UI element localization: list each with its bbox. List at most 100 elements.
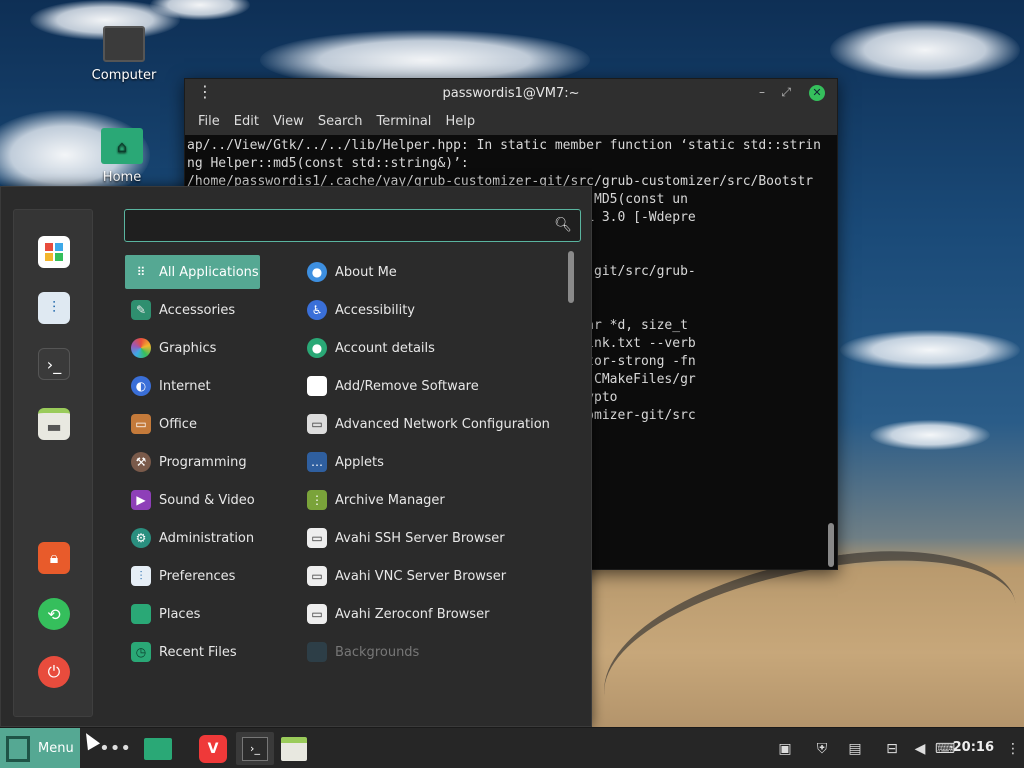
- file-manager-taskbar-icon[interactable]: [278, 732, 310, 765]
- clipboard-icon[interactable]: ▤: [842, 732, 868, 765]
- menu-edit[interactable]: Edit: [229, 114, 264, 129]
- search-icon[interactable]: 🔍︎: [554, 217, 572, 233]
- minimize-icon[interactable]: –: [759, 85, 765, 99]
- terminal-line: ap/../View/Gtk/../../lib/Helper.hpp: In …: [187, 138, 821, 153]
- menu-help[interactable]: Help: [440, 114, 480, 129]
- lock-icon[interactable]: 🔒︎: [38, 542, 70, 574]
- category-label: Sound & Video: [159, 492, 255, 508]
- category-label: Internet: [159, 378, 211, 394]
- category-graphics[interactable]: Graphics: [125, 331, 260, 365]
- app-label: Add/Remove Software: [335, 378, 479, 394]
- clock[interactable]: 20:16: [953, 740, 994, 755]
- terminal-titlebar[interactable]: ⋮ passwordis1@VM7:~ – ⤢ ✕: [185, 79, 837, 107]
- category-sound-video[interactable]: ▶ Sound & Video: [125, 483, 260, 517]
- file-manager-icon[interactable]: ▬: [38, 408, 70, 440]
- category-places[interactable]: Places: [125, 597, 260, 631]
- cloud: [840, 330, 1020, 370]
- cloud: [870, 420, 990, 450]
- user-icon: ●: [307, 262, 327, 282]
- app-avahi-vnc-server-browser[interactable]: ▭ Avahi VNC Server Browser: [305, 559, 565, 593]
- grid-icon: ⠿: [136, 265, 146, 279]
- close-icon[interactable]: ✕: [809, 85, 825, 101]
- app-advanced-network-configuration[interactable]: ▭ Advanced Network Configuration: [305, 407, 565, 441]
- terminal-taskbar-icon[interactable]: ›_: [236, 732, 274, 765]
- category-recent-files[interactable]: ◷ Recent Files: [125, 635, 260, 669]
- desktop-icon-computer[interactable]: Computer: [84, 26, 164, 83]
- computer-icon: [103, 26, 145, 62]
- app-accessibility[interactable]: ♿︎ Accessibility: [305, 293, 565, 327]
- workspace-switcher-icon[interactable]: ▣: [772, 732, 798, 765]
- backgrounds-icon: [307, 642, 327, 662]
- power-icon[interactable]: ⏻: [38, 656, 70, 688]
- category-label: Programming: [159, 454, 247, 470]
- app-label: Applets: [335, 454, 384, 470]
- app-account-details[interactable]: ● Account details: [305, 331, 565, 365]
- menu-search[interactable]: Search: [313, 114, 368, 129]
- category-administration[interactable]: ⚙ Administration: [125, 521, 260, 555]
- taskbar: Menu ••• V ›_ ▣ ⛨ ▤ ⊟ ◀ ⌨ 20:16 ⋮: [0, 727, 1024, 768]
- terminal-line: ng Helper::md5(const std::string&)’:: [187, 156, 469, 171]
- cloud: [830, 20, 1020, 80]
- network-icon: ▭: [307, 414, 327, 434]
- app-label: Accessibility: [335, 302, 415, 318]
- archive-icon: ⋮: [307, 490, 327, 510]
- search-box[interactable]: 🔍︎: [124, 209, 581, 242]
- applets-icon: …: [307, 452, 327, 472]
- app-list-scrollbar[interactable]: [568, 251, 574, 303]
- desktop-icon-label: Home: [102, 170, 142, 185]
- app-avahi-zeroconf-browser[interactable]: ▭ Avahi Zeroconf Browser: [305, 597, 565, 631]
- wrench-icon: ⚙: [131, 528, 151, 548]
- app-label: Avahi Zeroconf Browser: [335, 606, 490, 622]
- folder-icon: [131, 604, 151, 624]
- logout-icon[interactable]: ⟲: [38, 598, 70, 630]
- category-internet[interactable]: ◐ Internet: [125, 369, 260, 403]
- app-applets[interactable]: … Applets: [305, 445, 565, 479]
- window-title: passwordis1@VM7:~: [442, 85, 580, 101]
- menu-view[interactable]: View: [268, 114, 309, 129]
- terminal-scrollbar[interactable]: [828, 139, 834, 567]
- menu-file[interactable]: File: [193, 114, 225, 129]
- search-input[interactable]: [125, 210, 535, 241]
- show-desktop-icon[interactable]: •••: [99, 732, 131, 765]
- file-manager-launcher-icon[interactable]: [142, 732, 174, 765]
- terminal-icon[interactable]: ›_: [38, 348, 70, 380]
- category-preferences[interactable]: ⫶ Preferences: [125, 559, 260, 593]
- menu-terminal[interactable]: Terminal: [371, 114, 436, 129]
- home-folder-icon: ⌂: [101, 128, 143, 164]
- preferences-icon: ⫶: [131, 566, 151, 586]
- accessibility-icon: ♿︎: [307, 300, 327, 320]
- terminal-menubar: File Edit View Search Terminal Help: [185, 107, 837, 135]
- category-label: Accessories: [159, 302, 236, 318]
- account-icon: ●: [307, 338, 327, 358]
- app-backgrounds[interactable]: Backgrounds: [305, 635, 565, 669]
- kebab-menu-icon[interactable]: ⋮: [197, 84, 213, 100]
- app-avahi-ssh-server-browser[interactable]: ▭ Avahi SSH Server Browser: [305, 521, 565, 555]
- network-status-icon[interactable]: ⊟: [880, 732, 904, 765]
- category-programming[interactable]: ⚒ Programming: [125, 445, 260, 479]
- app-add-remove-software[interactable]: Add/Remove Software: [305, 369, 565, 403]
- notifications-icon[interactable]: ⋮: [1006, 732, 1020, 765]
- briefcase-icon: ▭: [131, 414, 151, 434]
- graphics-icon: [131, 338, 151, 358]
- category-label: Graphics: [159, 340, 217, 356]
- software-manager-icon[interactable]: [38, 236, 70, 268]
- desktop-icon-label: Computer: [91, 68, 157, 83]
- avahi-icon: ▭: [307, 566, 327, 586]
- category-office[interactable]: ▭ Office: [125, 407, 260, 441]
- vivaldi-browser-icon[interactable]: V: [198, 732, 228, 765]
- maximize-icon[interactable]: ⤢: [781, 85, 791, 100]
- settings-icon[interactable]: ⫶: [38, 292, 70, 324]
- app-about-me[interactable]: ● About Me: [305, 255, 565, 289]
- volume-icon[interactable]: ◀: [908, 732, 932, 765]
- software-icon: [307, 376, 327, 396]
- programming-icon: ⚒: [131, 452, 151, 472]
- category-all-applications[interactable]: ⠿ All Applications: [125, 255, 260, 289]
- desktop-icon-home[interactable]: ⌂ Home: [82, 128, 162, 185]
- menu-sidebar: ⫶ ›_ ▬ 🔒︎ ⟲ ⏻: [13, 209, 93, 717]
- category-label: All Applications: [159, 264, 259, 280]
- menu-button[interactable]: Menu: [0, 728, 80, 768]
- shield-icon[interactable]: ⛨: [810, 732, 834, 765]
- app-archive-manager[interactable]: ⋮ Archive Manager: [305, 483, 565, 517]
- category-accessories[interactable]: ✎ Accessories: [125, 293, 260, 327]
- internet-icon: ◐: [131, 376, 151, 396]
